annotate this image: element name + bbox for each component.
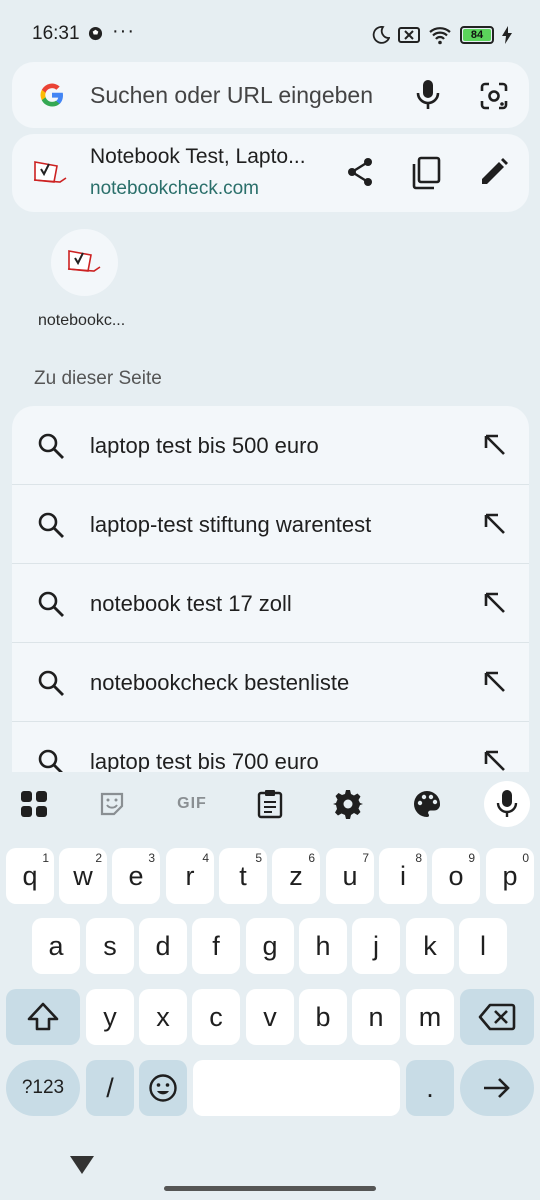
omnibox[interactable]: Suchen oder URL eingeben [12,62,529,128]
key-y[interactable]: y [86,989,134,1045]
key-f[interactable]: f [192,918,240,974]
wifi-icon [429,27,451,45]
key-g[interactable]: g [246,918,294,974]
suggestion-row[interactable]: laptop-test stiftung warentest [12,485,529,564]
gesture-nav-bar[interactable] [164,1186,376,1191]
key-t[interactable]: t5 [219,848,267,904]
edit-icon[interactable] [478,156,510,188]
suggestion-text[interactable]: laptop test bis 700 euro [90,749,319,772]
key-b[interactable]: b [299,989,347,1045]
backspace-icon [478,1003,516,1031]
gear-icon[interactable] [332,788,364,820]
current-page-card[interactable]: Notebook Test, Lapto... notebookcheck.co… [12,134,529,212]
shift-icon [27,1002,59,1031]
battery-icon: 84 [460,26,494,44]
arrow-up-left-icon[interactable] [482,432,508,458]
search-icon [38,670,64,696]
key-r[interactable]: r4 [166,848,214,904]
key-k[interactable]: k [406,918,454,974]
share-icon[interactable] [344,156,376,188]
status-bar: 16:31 ··· 84 [0,0,540,62]
shortcut-tile[interactable] [51,229,118,296]
apps-grid-icon[interactable] [18,788,50,820]
search-icon [38,433,64,459]
emoji-icon [149,1074,177,1102]
keyboard: GIF q1 w2 e3 r4 t5 z6 u7 i8 o9 p0 a s d … [0,772,540,1200]
key-x[interactable]: x [139,989,187,1045]
copy-icon[interactable] [410,156,442,190]
key-o[interactable]: o9 [432,848,480,904]
gif-button[interactable]: GIF [172,788,212,820]
key-l[interactable]: l [459,918,507,974]
search-icon [38,749,63,772]
enter-key[interactable] [460,1060,534,1116]
key-d[interactable]: d [139,918,187,974]
key-a[interactable]: a [32,918,80,974]
emoji-key[interactable] [139,1060,187,1116]
key-z[interactable]: z6 [272,848,320,904]
slash-key[interactable]: / [86,1060,134,1116]
mic-icon[interactable] [412,78,444,112]
key-s[interactable]: s [86,918,134,974]
notebookcheck-favicon [67,250,101,272]
suggestion-list: laptop test bis 500 euro laptop-test sti… [12,406,529,772]
keyboard-mic-button[interactable] [484,781,530,827]
soccer-ball-icon [88,26,103,41]
key-i[interactable]: i8 [379,848,427,904]
battery-level: 84 [463,29,491,41]
key-m[interactable]: m [406,989,454,1045]
suggestion-row[interactable]: notebook test 17 zoll [12,564,529,643]
palette-icon[interactable] [411,788,443,820]
key-h[interactable]: h [299,918,347,974]
key-w[interactable]: w2 [59,848,107,904]
no-sim-icon [398,27,420,43]
section-title: Zu dieser Seite [34,368,162,389]
key-e[interactable]: e3 [112,848,160,904]
omnibox-placeholder[interactable]: Suchen oder URL eingeben [90,82,373,109]
suggestion-text[interactable]: laptop test bis 500 euro [90,433,319,459]
google-logo [40,83,63,107]
arrow-up-left-icon[interactable] [482,669,508,695]
key-p[interactable]: p0 [486,848,534,904]
lens-icon[interactable] [478,80,510,112]
clipboard-icon[interactable] [254,788,286,820]
symbols-key[interactable]: ?123 [6,1060,80,1116]
key-q[interactable]: q1 [6,848,54,904]
current-page-url[interactable]: notebookcheck.com [90,178,259,200]
suggestion-row[interactable]: laptop test bis 700 euro [12,722,529,772]
shift-key[interactable] [6,989,80,1045]
suggestion-text[interactable]: notebook test 17 zoll [90,591,292,617]
charging-bolt-icon [502,26,512,44]
more-notifications-icon: ··· [112,20,135,42]
notebookcheck-favicon [33,161,67,183]
period-key[interactable]: . [406,1060,454,1116]
suggestion-text[interactable]: laptop-test stiftung warentest [90,512,371,538]
suggestion-row[interactable]: notebookcheck bestenliste [12,643,529,722]
arrow-up-left-icon[interactable] [482,590,508,616]
backspace-key[interactable] [460,989,534,1045]
shortcut-label[interactable]: notebookc... [38,312,125,330]
key-n[interactable]: n [352,989,400,1045]
key-u[interactable]: u7 [326,848,374,904]
clock: 16:31 [32,23,80,44]
keyboard-toolbar: GIF [0,772,540,836]
arrow-up-left-icon[interactable] [482,748,508,772]
key-c[interactable]: c [192,989,240,1045]
arrow-up-left-icon[interactable] [482,511,508,537]
search-icon [38,512,64,538]
sticker-icon[interactable] [96,788,128,820]
key-v[interactable]: v [246,989,294,1045]
current-page-title[interactable]: Notebook Test, Lapto... [90,145,306,169]
suggestion-text[interactable]: notebookcheck bestenliste [90,670,349,696]
enter-arrow-icon [484,1078,510,1098]
mic-icon [496,790,518,817]
search-icon [38,591,64,617]
space-key[interactable] [193,1060,400,1116]
suggestion-row[interactable]: laptop test bis 500 euro [12,406,529,485]
hide-keyboard-icon[interactable] [70,1156,94,1174]
dnd-moon-icon [372,26,390,44]
key-j[interactable]: j [352,918,400,974]
